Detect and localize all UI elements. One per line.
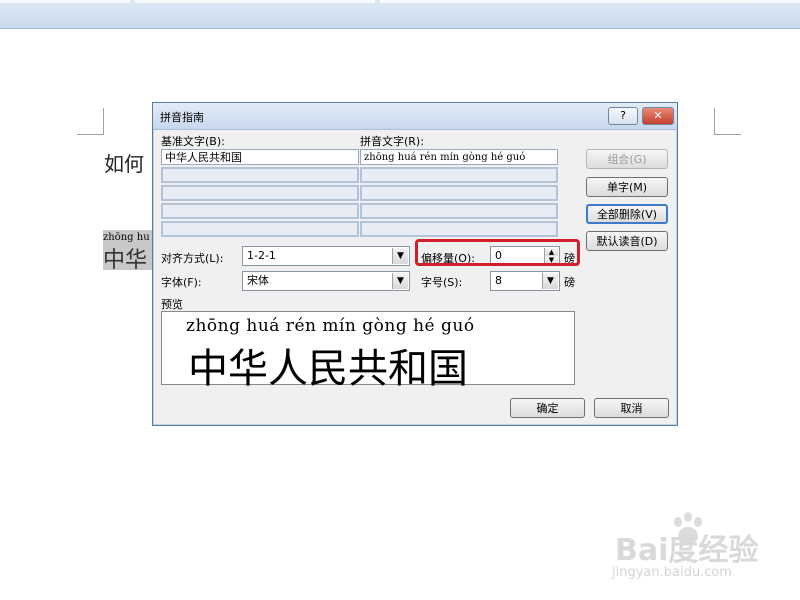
- preview-box: zhōng huá rén mín gòng hé guó 中华人民共和国: [161, 311, 575, 392]
- dropdown-arrow-icon[interactable]: ▼: [542, 273, 558, 289]
- ribbon-segment: [0, 0, 130, 3]
- ruby-text-field[interactable]: [360, 167, 558, 183]
- page-corner-mark: [77, 108, 104, 135]
- ruby-text-field[interactable]: [360, 185, 558, 201]
- default-reading-button[interactable]: 默认读音(D): [586, 231, 668, 251]
- page-corner-mark: [714, 108, 741, 135]
- size-value: 8: [495, 274, 502, 287]
- base-text-field[interactable]: [161, 167, 359, 183]
- ribbon-segment: [135, 0, 375, 3]
- cancel-button[interactable]: 取消: [594, 398, 669, 418]
- base-text-field[interactable]: [161, 203, 359, 219]
- font-label: 字体(F):: [161, 276, 202, 289]
- base-text-field[interactable]: 中华人民共和国: [161, 149, 359, 165]
- watermark-url: jingyan.baidu.com: [612, 565, 732, 580]
- base-text-field[interactable]: [161, 185, 359, 201]
- alignment-label: 对齐方式(L):: [161, 252, 224, 265]
- close-button[interactable]: ✕: [642, 107, 674, 125]
- ruby-text-field[interactable]: zhōng huá rén mín gòng hé guó: [360, 149, 558, 165]
- group-button[interactable]: 组合(G): [586, 149, 668, 169]
- document-selection[interactable]: zhōng hu 中华: [103, 230, 155, 273]
- dropdown-arrow-icon[interactable]: ▼: [392, 248, 408, 264]
- alignment-value: 1-2-1: [247, 249, 276, 262]
- dialog-title: 拼音指南: [160, 111, 204, 124]
- offset-highlight-box: [415, 239, 580, 266]
- alignment-select[interactable]: 1-2-1 ▼: [242, 246, 410, 266]
- ribbon-segment: [380, 0, 800, 3]
- preview-hanzi: 中华人民共和国: [188, 346, 468, 392]
- base-text-field[interactable]: [161, 221, 359, 237]
- watermark-brand: Bai度经验: [615, 533, 759, 568]
- ruby-text-field[interactable]: [360, 221, 558, 237]
- help-button[interactable]: ?: [608, 107, 638, 125]
- font-select[interactable]: 宋体 ▼: [242, 271, 410, 291]
- dropdown-arrow-icon[interactable]: ▼: [392, 273, 408, 289]
- dialog-titlebar[interactable]: 拼音指南 ? ✕: [153, 103, 677, 130]
- preview-pinyin: zhōng huá rén mín gòng hé guó: [186, 316, 475, 336]
- ruby-text-label: 拼音文字(R):: [360, 135, 424, 148]
- ok-button[interactable]: 确定: [510, 398, 585, 418]
- size-select[interactable]: 8 ▼: [490, 271, 560, 291]
- document-text[interactable]: 如何: [104, 148, 144, 177]
- font-value: 宋体: [247, 274, 269, 287]
- phonetic-guide-dialog: 拼音指南 ? ✕ 基准文字(B): 拼音文字(R): 中华人民共和国 zhōng…: [152, 102, 678, 426]
- preview-label: 预览: [161, 298, 183, 311]
- ruby-text-field[interactable]: [360, 203, 558, 219]
- ribbon-strip: [0, 0, 800, 29]
- single-char-button[interactable]: 单字(M): [586, 177, 668, 197]
- selection-hanzi: 中华: [103, 248, 148, 273]
- size-unit: 磅: [564, 276, 575, 289]
- base-text-label: 基准文字(B):: [161, 135, 225, 148]
- size-label: 字号(S):: [421, 276, 463, 289]
- clear-all-button[interactable]: 全部删除(V): [586, 204, 668, 224]
